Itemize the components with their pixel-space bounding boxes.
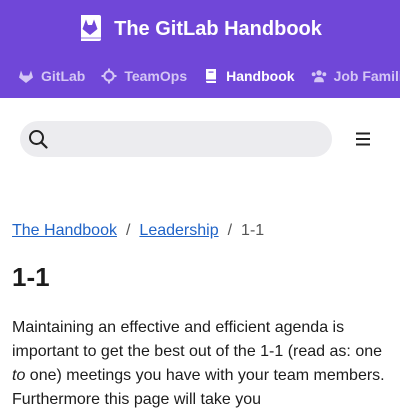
site-header: The GitLab Handbook GitLab TeamOps Handb… [0, 0, 400, 98]
nav-item-label: Job Families [333, 68, 400, 84]
intro-text: Maintaining an effective and efficient a… [12, 319, 383, 360]
people-icon [311, 70, 326, 83]
nav-item-gitlab[interactable]: GitLab [18, 68, 85, 84]
nav-item-label: TeamOps [124, 68, 188, 84]
nav-item-job-families[interactable]: Job Families [311, 68, 400, 84]
breadcrumb-link-leadership[interactable]: Leadership [139, 222, 218, 240]
teamops-icon [101, 68, 117, 84]
breadcrumb: The Handbook / Leadership / 1-1 [12, 222, 264, 240]
nav-item-handbook[interactable]: Handbook [203, 68, 295, 84]
header-nav: GitLab TeamOps Handbook Job Famil [18, 64, 400, 88]
breadcrumb-separator: / [125, 222, 131, 239]
gitlab-tanuki-icon [19, 70, 33, 83]
hamburger-menu-icon[interactable] [355, 130, 373, 148]
nav-item-label: GitLab [41, 68, 86, 84]
search-icon [29, 130, 48, 149]
site-title: The GitLab Handbook [114, 17, 322, 40]
breadcrumb-current: 1-1 [241, 222, 265, 239]
intro-emphasis: to [12, 367, 26, 384]
nav-item-teamops[interactable]: TeamOps [101, 68, 187, 84]
breadcrumb-link-handbook[interactable]: The Handbook [12, 222, 117, 240]
gitlab-handbook-logo-icon [81, 15, 102, 41]
site-brand[interactable]: The GitLab Handbook [0, 14, 400, 44]
intro-paragraph: Maintaining an effective and efficient a… [12, 316, 392, 412]
search-input[interactable] [20, 121, 332, 157]
book-icon [206, 69, 217, 83]
breadcrumb-separator: / [227, 222, 233, 239]
page-title: 1-1 [12, 262, 50, 292]
nav-item-label: Handbook [226, 68, 295, 84]
intro-text: one) meetings you have with your team me… [12, 367, 385, 408]
